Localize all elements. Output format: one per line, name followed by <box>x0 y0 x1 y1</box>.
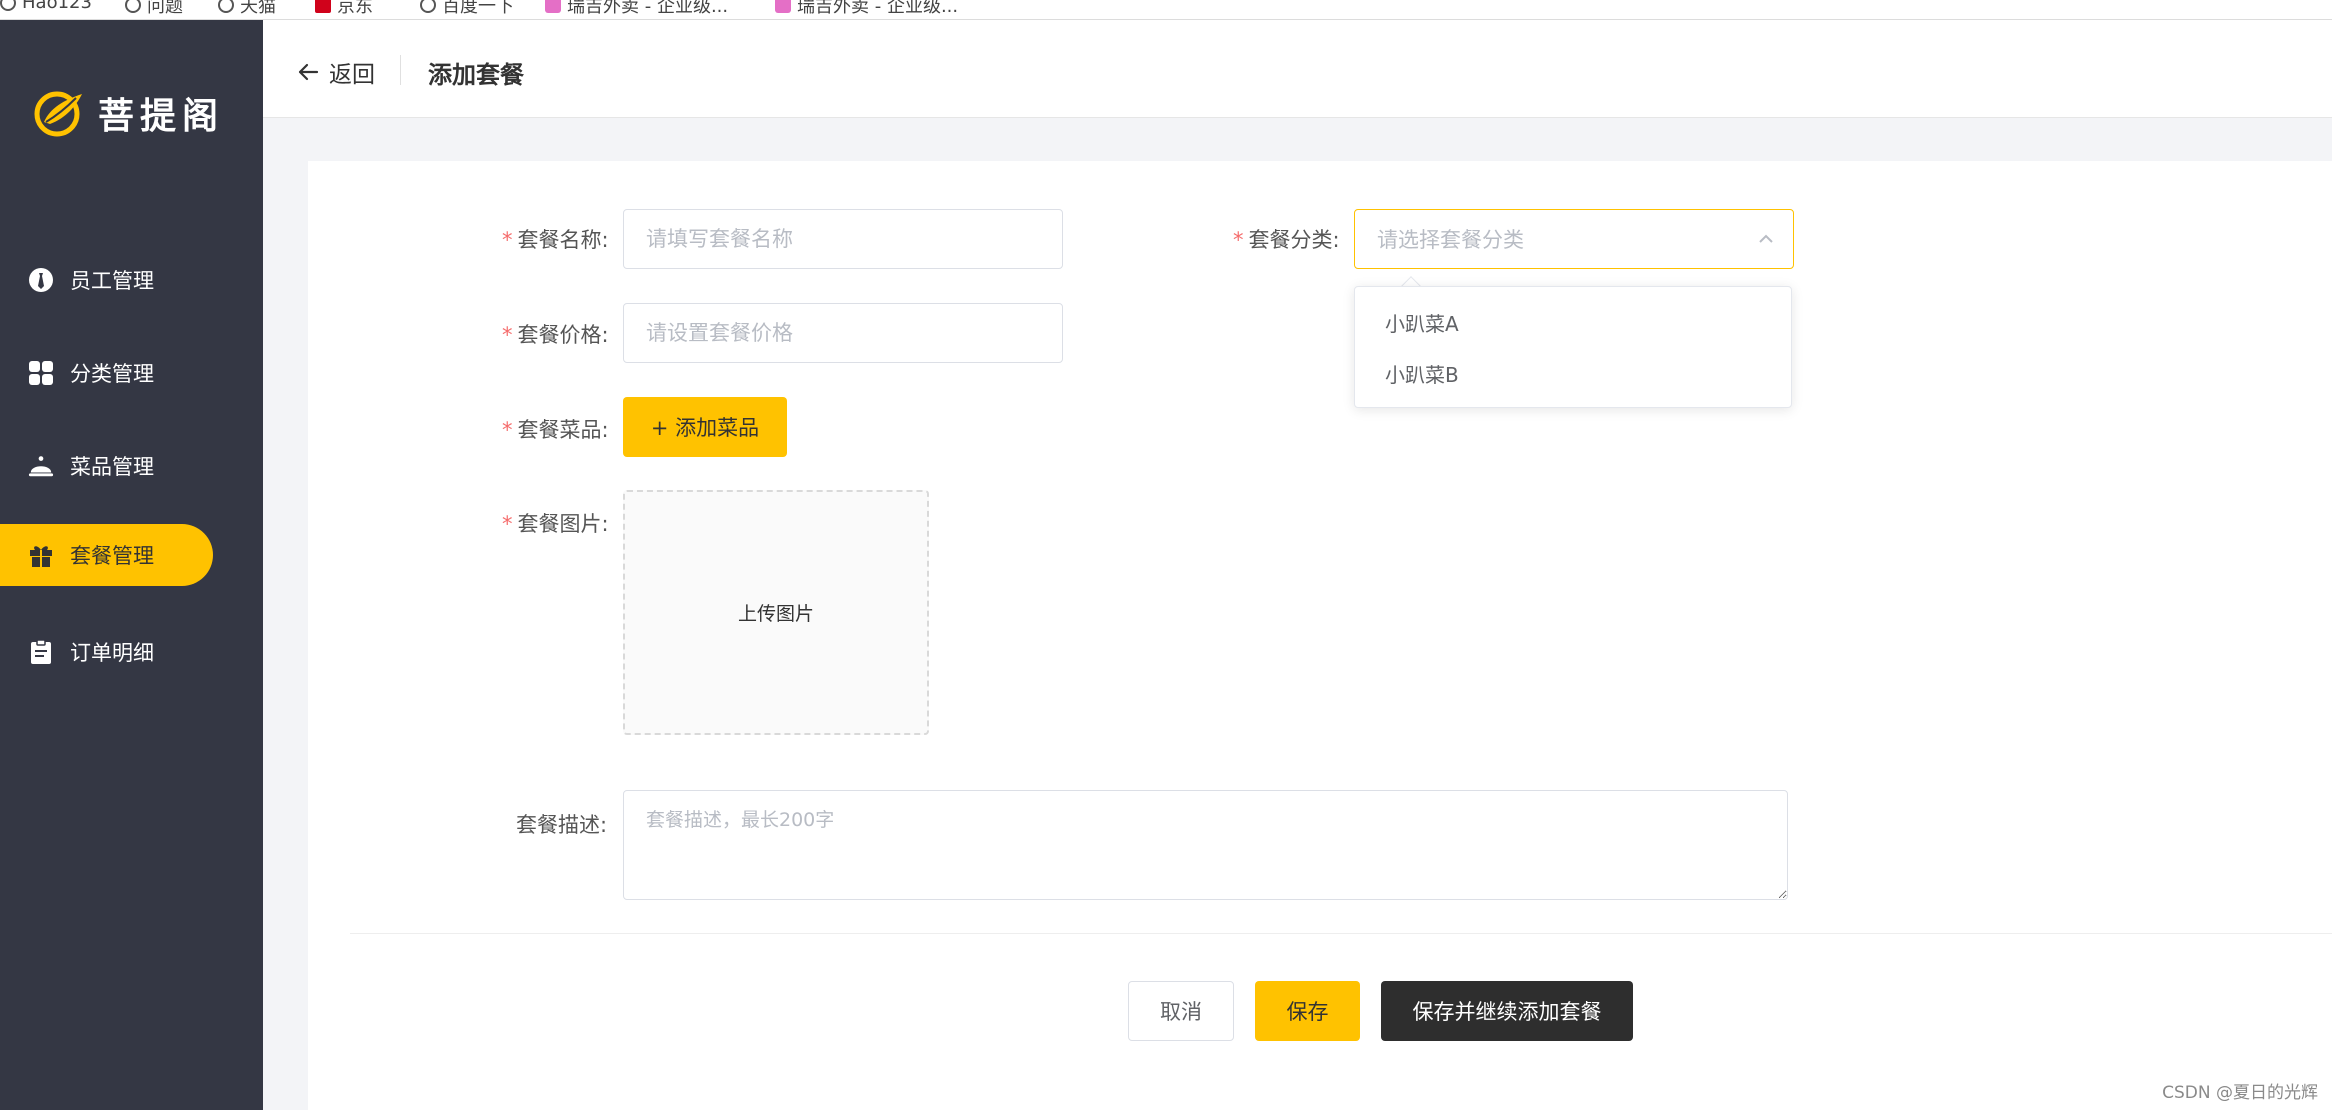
upload-label: 上传图片 <box>737 603 814 625</box>
sidebar-item-employee[interactable]: 员工管理 <box>0 249 213 311</box>
setmeal-description-label: 套餐描述: <box>516 813 608 837</box>
bookmark-item[interactable]: 京东 <box>315 0 373 18</box>
category-grid-icon <box>28 360 54 386</box>
sidebar-item-label: 员工管理 <box>70 269 154 293</box>
sidebar-item-category[interactable]: 分类管理 <box>0 342 213 404</box>
required-asterisk: * <box>502 512 513 536</box>
category-dropdown: 小趴菜A 小趴菜B <box>1354 286 1792 408</box>
setmeal-category-select[interactable]: 请选择套餐分类 <box>1354 209 1794 269</box>
page-title: 添加套餐 <box>428 61 524 89</box>
back-label: 返回 <box>329 62 375 88</box>
image-upload-area[interactable]: 上传图片 <box>623 490 929 735</box>
gift-icon <box>28 542 54 568</box>
globe-icon <box>420 0 436 13</box>
dropdown-option[interactable]: 小趴菜B <box>1355 348 1791 399</box>
arrow-left-icon <box>298 63 319 81</box>
globe-icon <box>0 0 16 11</box>
save-and-continue-button[interactable]: 保存并继续添加套餐 <box>1381 981 1633 1041</box>
employee-icon <box>28 267 54 293</box>
required-asterisk: * <box>502 228 513 252</box>
setmeal-name-label: * 套餐名称: <box>502 228 609 252</box>
setmeal-image-label: * 套餐图片: <box>502 512 609 536</box>
bookmark-bar: Hao123 问题 天猫 京东 百度一下 瑞吉外卖 - 企业级... 瑞吉外卖 … <box>0 0 2332 20</box>
clipboard-icon <box>28 639 54 665</box>
logo-icon <box>34 91 82 137</box>
jd-icon <box>315 0 331 13</box>
sidebar-item-orders[interactable]: 订单明细 <box>0 621 213 683</box>
watermark: CSDN @夏日的光辉 <box>2162 1083 2318 1103</box>
setmeal-name-input[interactable] <box>623 209 1063 269</box>
bookmark-item[interactable]: 瑞吉外卖 - 企业级... <box>545 0 728 18</box>
setmeal-description-input[interactable] <box>623 790 1788 900</box>
save-button[interactable]: 保存 <box>1255 981 1360 1041</box>
bookmark-item[interactable]: 瑞吉外卖 - 企业级... <box>775 0 958 18</box>
sidebar-item-label: 分类管理 <box>70 362 154 386</box>
bookmark-item[interactable]: Hao123 <box>0 0 92 13</box>
bookmark-item[interactable]: 天猫 <box>218 0 276 18</box>
bookmark-item[interactable]: 百度一下 <box>420 0 514 18</box>
sidebar-item-label: 订单明细 <box>70 641 154 665</box>
setmeal-category-label: * 套餐分类: <box>1233 228 1340 252</box>
globe-icon <box>218 0 234 13</box>
setmeal-price-input[interactable] <box>623 303 1063 363</box>
sidebar-item-setmeal[interactable]: 套餐管理 <box>0 524 213 586</box>
required-asterisk: * <box>502 418 513 442</box>
required-asterisk: * <box>1233 228 1244 252</box>
page-header: 返回 添加套餐 <box>263 20 2332 118</box>
header-divider <box>400 55 401 85</box>
sidebar: 菩提阁 员工管理 分类管理 菜品管理 套餐管理 订单明细 <box>0 20 263 1110</box>
sidebar-item-label: 菜品管理 <box>70 455 154 479</box>
dish-cloche-icon <box>28 453 54 479</box>
form-divider <box>350 933 2332 934</box>
sidebar-item-dish[interactable]: 菜品管理 <box>0 435 213 497</box>
back-button[interactable]: 返回 <box>297 55 375 89</box>
select-placeholder: 请选择套餐分类 <box>1377 228 1524 252</box>
required-asterisk: * <box>502 323 513 347</box>
sidebar-item-label: 套餐管理 <box>70 544 154 568</box>
logo: 菩提阁 <box>32 87 224 139</box>
cancel-button[interactable]: 取消 <box>1128 981 1234 1041</box>
logo-text: 菩提阁 <box>98 96 225 137</box>
setmeal-dishes-label: * 套餐菜品: <box>502 418 609 442</box>
bookmark-item[interactable]: 问题 <box>125 0 183 18</box>
dropdown-option[interactable]: 小趴菜A <box>1355 297 1791 348</box>
chevron-up-icon <box>1759 234 1773 243</box>
globe-icon <box>125 0 141 13</box>
bookmark-favicon-icon <box>775 0 791 13</box>
add-dish-button[interactable]: + 添加菜品 <box>623 397 787 457</box>
bookmark-favicon-icon <box>545 0 561 13</box>
setmeal-price-label: * 套餐价格: <box>502 323 609 347</box>
form-card <box>308 161 2332 1110</box>
